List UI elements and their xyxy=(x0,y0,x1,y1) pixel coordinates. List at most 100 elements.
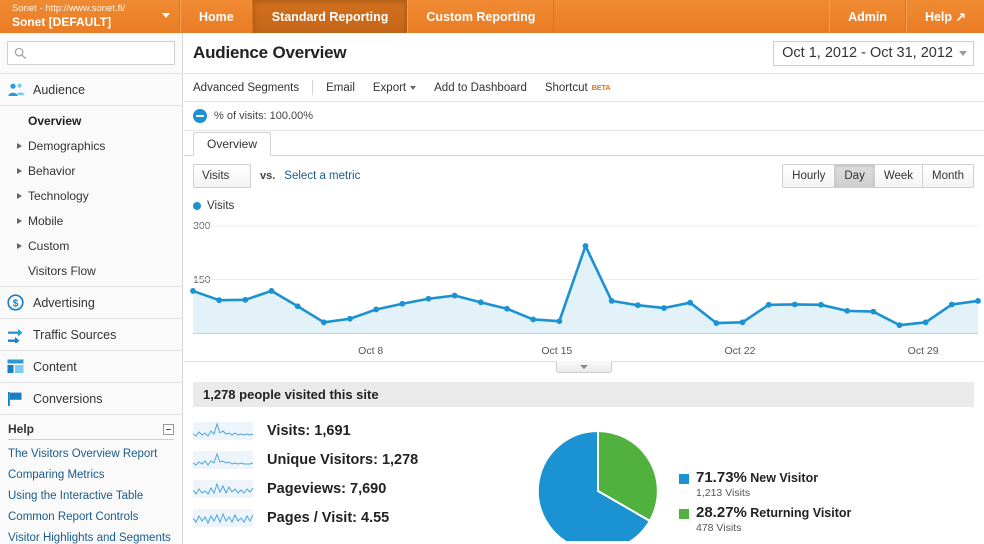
metric-row-unique-visitors[interactable]: Unique Visitors: 1,278 xyxy=(193,445,523,474)
secondary-nav: Admin Help ↗ xyxy=(829,0,984,33)
top-nav-bar: Sonet - http://www.sonet.fi/ Sonet [DEFA… xyxy=(0,0,984,33)
legend-swatch-returning-visitor xyxy=(679,509,689,519)
arrows-icon xyxy=(7,326,29,344)
nav-tab-standard-reporting[interactable]: Standard Reporting xyxy=(252,0,408,33)
nav-tab-custom-reporting[interactable]: Custom Reporting xyxy=(407,0,555,33)
visitor-type-pie-chart[interactable] xyxy=(523,421,673,544)
search-input[interactable] xyxy=(31,42,171,64)
metric-row-pages-per-visit[interactable]: Pages / Visit: 4.55 xyxy=(193,503,523,532)
chevron-right-icon xyxy=(17,142,22,149)
tab-overview[interactable]: Overview xyxy=(193,132,272,156)
granularity-month[interactable]: Month xyxy=(923,164,974,188)
sidebar-item-technology[interactable]: Technology xyxy=(0,183,182,208)
sidebar-group-label-content: Content xyxy=(33,359,77,374)
metric-label: Unique Visitors: 1,278 xyxy=(267,451,419,468)
metric-label: Visits: 1,691 xyxy=(267,422,351,439)
chart-controls: Visits vs. Select a metric Hourly Day We… xyxy=(184,156,984,196)
chart-collapse-handle-icon[interactable] xyxy=(556,361,612,373)
sidebar-help-section: Help The Visitors Overview Report Compar… xyxy=(0,422,182,544)
chevron-down-icon[interactable] xyxy=(162,13,170,18)
date-range-picker[interactable]: Oct 1, 2012 - Oct 31, 2012 xyxy=(773,40,974,66)
sidebar-group-traffic-sources[interactable]: Traffic Sources xyxy=(0,318,182,351)
help-link-comparing-metrics[interactable]: Comparing Metrics xyxy=(8,465,174,486)
sidebar-item-label: Visitors Flow xyxy=(28,263,96,278)
metric-selector[interactable]: Visits xyxy=(193,164,251,188)
help-link-common-report-controls[interactable]: Common Report Controls xyxy=(8,507,174,528)
metric-row-visits[interactable]: Visits: 1,691 xyxy=(193,416,523,445)
toolbar-divider xyxy=(312,80,314,95)
legend-text-group: 28.27% Returning Visitor 478 Visits xyxy=(696,504,851,534)
pie-svg xyxy=(536,429,659,544)
email-button[interactable]: Email xyxy=(317,82,364,94)
new-visitor-visits: 1,213 Visits xyxy=(696,487,751,499)
sidebar-group-advertising[interactable]: $ Advertising xyxy=(0,286,182,319)
legend-row-returning-visitor[interactable]: 28.27% Returning Visitor 478 Visits xyxy=(679,504,851,534)
add-to-dashboard-button[interactable]: Add to Dashboard xyxy=(425,82,536,94)
shortcut-label: Shortcut xyxy=(544,81,588,94)
returning-visitor-percent: 28.27% xyxy=(696,504,747,521)
metric-label: Pageviews: 7,690 xyxy=(267,480,387,497)
nav-link-admin[interactable]: Admin xyxy=(829,0,906,33)
sidebar-item-overview[interactable]: Overview xyxy=(0,108,182,133)
google-analytics-app: Sonet - http://www.sonet.fi/ Sonet [DEFA… xyxy=(0,0,984,544)
sidebar-item-behavior[interactable]: Behavior xyxy=(0,158,182,183)
granularity-week[interactable]: Week xyxy=(874,164,924,188)
search-icon xyxy=(14,47,27,60)
chart-footer xyxy=(184,361,984,375)
sidebar-item-custom[interactable]: Custom xyxy=(0,233,182,258)
legend-line: 28.27% Returning Visitor xyxy=(696,504,852,521)
sidebar-item-visitors-flow[interactable]: Visitors Flow xyxy=(0,258,182,283)
dollar-circle-icon: $ xyxy=(7,294,29,312)
sidebar-item-label: Custom xyxy=(28,238,70,253)
shortcut-button[interactable]: Shortcut BETA xyxy=(536,82,620,94)
x-axis-tick-label: Oct 22 xyxy=(724,345,756,357)
export-button[interactable]: Export xyxy=(364,82,425,94)
new-visitor-percent: 71.73% xyxy=(696,469,747,486)
sidebar-search-wrap xyxy=(0,33,182,74)
date-range-text: Oct 1, 2012 - Oct 31, 2012 xyxy=(782,45,953,61)
chevron-right-icon xyxy=(17,217,22,224)
help-header: Help xyxy=(8,422,174,440)
sidebar-item-mobile[interactable]: Mobile xyxy=(0,208,182,233)
lower-panels: Visits: 1,691 Unique Visitors: 1,278 Pag… xyxy=(184,407,984,544)
chevron-down-icon xyxy=(410,85,417,90)
granularity-hourly[interactable]: Hourly xyxy=(782,164,836,188)
granularity-day[interactable]: Day xyxy=(835,164,875,188)
page-header: Audience Overview Oct 1, 2012 - Oct 31, … xyxy=(184,33,984,74)
percent-of-visits-label: % of visits: 100.00% xyxy=(214,110,314,122)
svg-text:$: $ xyxy=(13,298,19,309)
legend-color-swatch xyxy=(193,202,201,210)
summary-headline: 1,278 people visited this site xyxy=(193,382,974,407)
metric-row-pageviews[interactable]: Pageviews: 7,690 xyxy=(193,474,523,503)
legend-swatch-new-visitor xyxy=(679,474,689,484)
account-selector[interactable]: Sonet - http://www.sonet.fi/ Sonet [DEFA… xyxy=(0,0,180,33)
sidebar-group-content[interactable]: Content xyxy=(0,350,182,383)
advanced-segments-button[interactable]: Advanced Segments xyxy=(193,82,308,94)
x-axis-tick-label: Oct 15 xyxy=(541,345,573,357)
sidebar-group-label-traffic-sources: Traffic Sources xyxy=(33,327,117,342)
segment-pie-icon[interactable] xyxy=(193,109,207,123)
returning-visitor-name: Returning Visitor xyxy=(750,506,852,520)
export-label: Export xyxy=(372,81,407,94)
legend-row-new-visitor[interactable]: 71.73% New Visitor 1,213 Visits xyxy=(679,469,851,499)
collapse-icon[interactable] xyxy=(163,423,174,435)
sidebar-group-conversions[interactable]: Conversions xyxy=(0,382,182,415)
select-a-metric-link[interactable]: Select a metric xyxy=(284,170,360,182)
beta-badge: BETA xyxy=(591,83,611,92)
sidebar-subnav-audience: Overview Demographics Behavior Technolog… xyxy=(0,106,182,287)
visits-line-chart[interactable]: 300 150 Oct 8 Oct 15 Oct 22 Oct 29 xyxy=(184,215,984,357)
search-box[interactable] xyxy=(7,41,175,65)
help-link-visitor-highlights[interactable]: Visitor Highlights and Segments xyxy=(8,528,174,544)
nav-link-help[interactable]: Help ↗ xyxy=(905,0,984,33)
chevron-right-icon xyxy=(17,167,22,174)
sidebar-item-label: Demographics xyxy=(28,138,106,153)
help-link-visitors-overview-report[interactable]: The Visitors Overview Report xyxy=(8,444,174,465)
sidebar-group-audience[interactable]: Audience xyxy=(0,73,182,106)
help-link-using-interactive-table[interactable]: Using the Interactive Table xyxy=(8,486,174,507)
legend-label: Visits xyxy=(207,200,235,212)
chevron-down-icon xyxy=(959,50,967,56)
metrics-list: Visits: 1,691 Unique Visitors: 1,278 Pag… xyxy=(193,407,523,544)
sidebar-item-demographics[interactable]: Demographics xyxy=(0,133,182,158)
nav-tab-home[interactable]: Home xyxy=(180,0,253,33)
